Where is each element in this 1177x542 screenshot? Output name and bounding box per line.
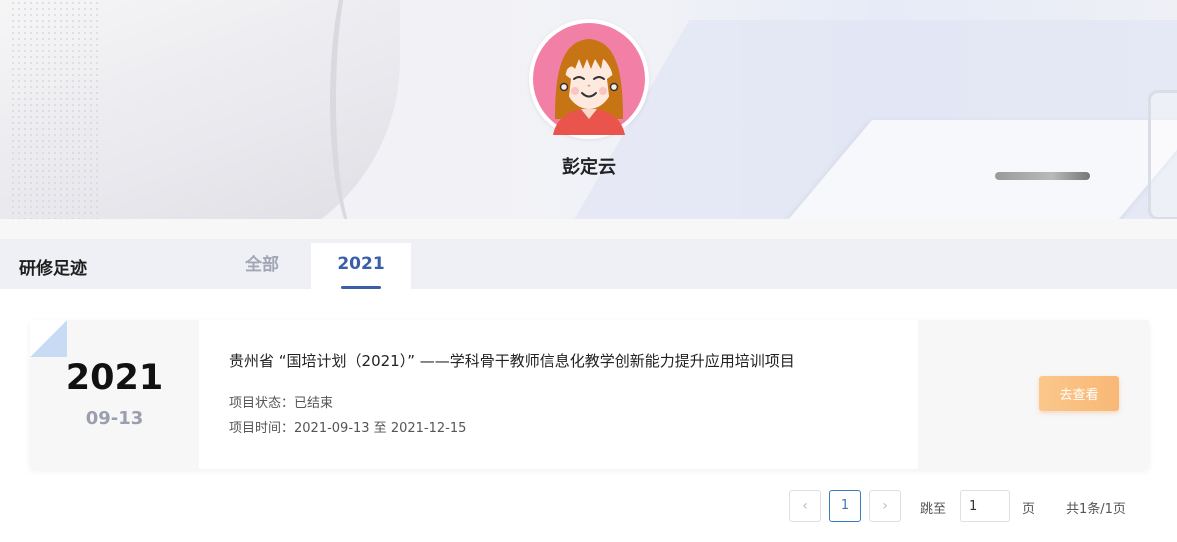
record-action-area: 去查看 [918,320,1149,469]
corner-fold [30,320,67,357]
profile-banner: 彭定云 [0,0,1177,219]
divider-strip [0,219,1177,239]
project-status: 项目状态：已结束 [229,396,334,411]
chevron-left-icon: ‹ [802,498,808,514]
active-tab-indicator [341,286,381,289]
record-info: 贵州省 “国培计划（2021）” ——学科骨干教师信息化教学创新能力提升应用培训… [199,320,918,469]
user-name: 彭定云 [562,157,616,178]
tab-bar: 研修足迹 全部 2021 [0,239,1177,289]
banner-pen-shape [995,172,1090,180]
project-title[interactable]: 贵州省 “国培计划（2021）” ——学科骨干教师信息化教学创新能力提升应用培训… [229,350,795,371]
page-number-button[interactable]: 1 [829,490,861,522]
prev-page-button[interactable]: ‹ [789,490,821,522]
tab-2021-label: 2021 [337,254,385,274]
girl-avatar-icon [533,23,645,135]
banner-chair-arc [330,0,390,219]
tab-2021[interactable]: 2021 [311,243,411,289]
section-title: 研修足迹 [19,259,87,279]
page-unit-label: 页 [1022,502,1036,517]
chevron-right-icon: › [882,498,888,514]
avatar[interactable] [529,19,649,139]
banner-glass-shape [1148,90,1177,219]
record-card: 2021 09-13 贵州省 “国培计划（2021）” ——学科骨干教师信息化教… [30,320,1149,469]
jump-page-input[interactable] [960,490,1010,522]
next-page-button[interactable]: › [869,490,901,522]
banner-mesh-texture [10,0,100,219]
date-box: 2021 09-13 [30,320,199,469]
view-button[interactable]: 去查看 [1039,376,1119,411]
pagination: ‹ 1 › 跳至 页 共1条/1页 [0,490,1177,522]
total-count: 共1条/1页 [1066,502,1126,517]
record-year: 2021 [65,358,164,398]
record-month-day: 09-13 [85,408,144,429]
project-time: 项目时间：2021-09-13 至 2021-12-15 [229,421,467,436]
tab-all[interactable]: 全部 [222,239,302,289]
jump-label: 跳至 [920,502,947,517]
